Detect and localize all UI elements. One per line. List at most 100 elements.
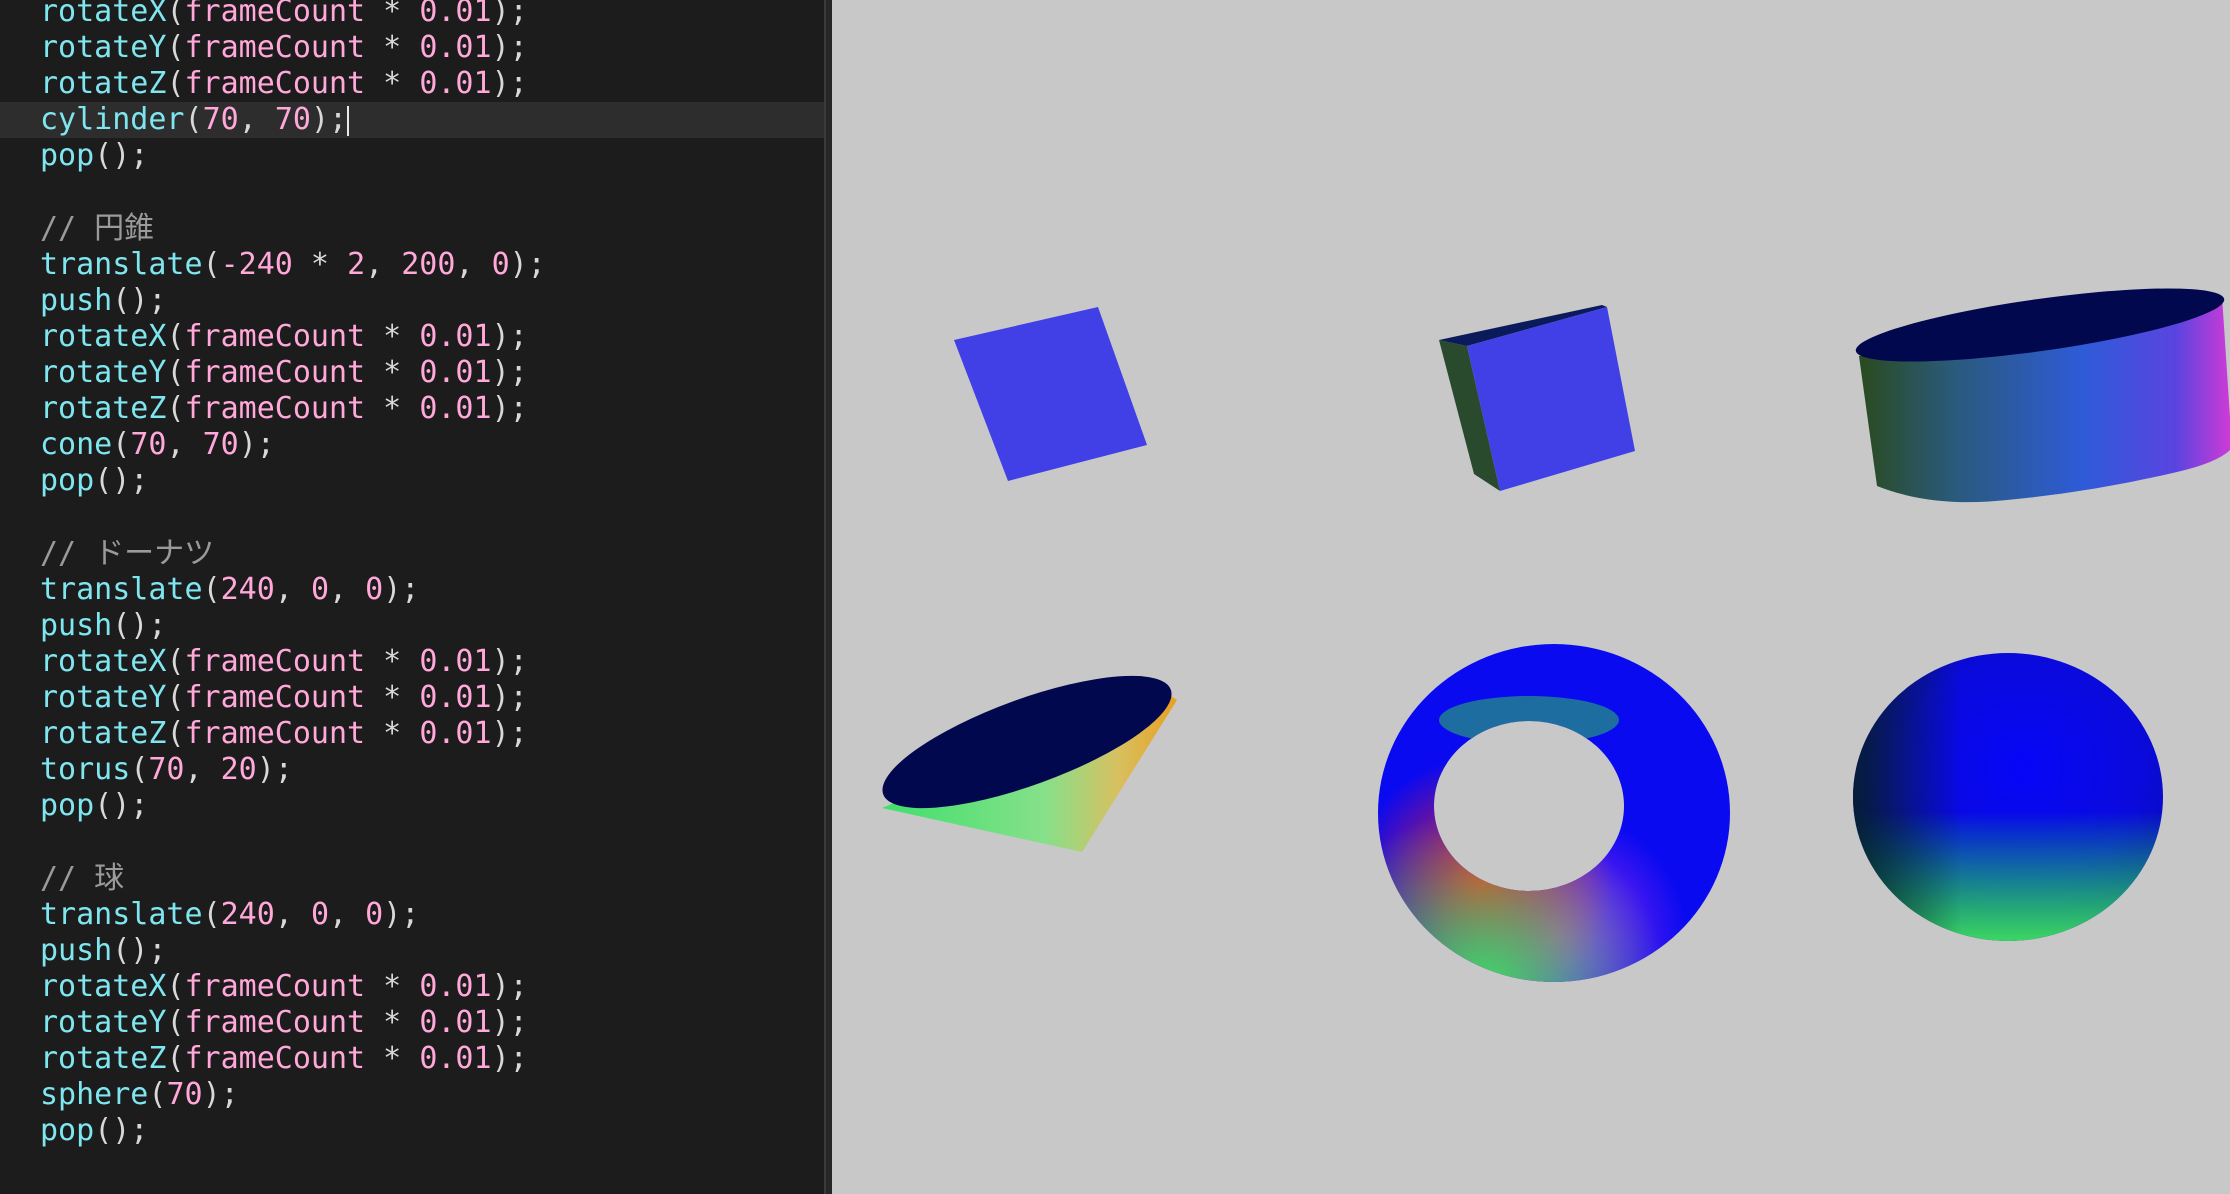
code-line[interactable]: push(); [0,608,824,644]
code-line[interactable]: translate(-240 * 2, 200, 0); [0,247,824,283]
token-op: ); [256,752,293,787]
code-line-text: rotateZ(frameCount * 0.01); [40,716,528,752]
code-line-text: cylinder(70, 70); [40,102,350,138]
code-line[interactable]: rotateZ(frameCount * 0.01); [0,391,824,427]
code-line[interactable]: rotateZ(frameCount * 0.01); [0,66,824,102]
code-line-text: rotateX(frameCount * 0.01); [40,319,528,355]
token-op: , [329,897,366,932]
code-line-text: rotateX(frameCount * 0.01); [40,969,528,1005]
token-id: frameCount [184,1005,366,1040]
token-fn: pop [40,788,95,823]
code-line[interactable]: rotateY(frameCount * 0.01); [0,30,824,66]
code-line[interactable]: rotateX(frameCount * 0.01); [0,969,824,1005]
code-line[interactable]: torus(70, 20); [0,752,824,788]
code-line[interactable]: rotateZ(frameCount * 0.01); [0,716,824,752]
token-fn: translate [40,247,203,282]
token-id: frameCount [184,319,366,354]
code-line[interactable]: translate(240, 0, 0); [0,572,824,608]
code-line[interactable]: rotateY(frameCount * 0.01); [0,355,824,391]
token-id: frameCount [184,644,366,679]
token-op: * [365,1041,420,1076]
code-line-text: rotateZ(frameCount * 0.01); [40,391,528,427]
code-line[interactable]: push(); [0,933,824,969]
code-line[interactable]: rotateY(frameCount * 0.01); [0,1005,824,1041]
code-line[interactable]: push(); [0,283,824,319]
token-fn: rotateX [40,644,167,679]
token-num: 70 [202,102,239,137]
token-op: ); [491,0,528,29]
token-fn: pop [40,463,95,498]
code-line-text: rotateY(frameCount * 0.01); [40,355,528,391]
token-op: ); [491,680,528,715]
code-line-text: // ドーナツ [40,536,214,572]
token-num: 240 [220,897,275,932]
token-op: , [238,102,275,137]
token-num: 0.01 [419,391,492,426]
token-num: 70 [202,427,239,462]
code-line[interactable]: translate(240, 0, 0); [0,897,824,933]
token-num: 70 [166,1077,203,1112]
code-line[interactable]: rotateX(frameCount * 0.01); [0,319,824,355]
code-line[interactable]: cylinder(70, 70); [0,102,824,138]
token-op: * [365,319,420,354]
code-line[interactable]: sphere(70); [0,1077,824,1113]
code-line-text: pop(); [40,138,148,174]
code-line-text: translate(240, 0, 0); [40,897,419,933]
token-num: 0.01 [419,680,492,715]
code-line[interactable]: rotateX(frameCount * 0.01); [0,644,824,680]
token-num: 0.01 [419,0,492,29]
token-fn: pop [40,1113,95,1148]
panel-divider[interactable] [824,0,832,1194]
code-line-text: push(); [40,933,166,969]
cone-shape [882,675,1177,852]
token-num: 0 [310,572,329,607]
token-op: ); [491,319,528,354]
code-comment-line[interactable]: // ドーナツ [0,536,824,572]
token-id: frameCount [184,391,366,426]
code-line[interactable]: pop(); [0,463,824,499]
token-num: 200 [401,247,456,282]
token-id: frameCount [184,1041,366,1076]
code-line[interactable]: pop(); [0,1113,824,1149]
code-line-text: rotateX(frameCount * 0.01); [40,644,528,680]
code-comment-line[interactable]: // 円錐 [0,211,824,247]
token-cm: // ドーナツ [40,536,215,571]
code-line[interactable]: pop(); [0,138,824,174]
token-op: ); [491,969,528,1004]
code-line-text: sphere(70); [40,1077,239,1113]
token-op: (); [112,933,167,968]
token-num: 0.01 [419,716,492,751]
sketch-render [882,288,2230,982]
code-line-text: translate(240, 0, 0); [40,572,419,608]
code-line[interactable]: cone(70, 70); [0,427,824,463]
code-line[interactable]: rotateZ(frameCount * 0.01); [0,1041,824,1077]
token-op: ); [491,355,528,390]
token-op: ); [491,30,528,65]
code-editor[interactable]: rotateX(frameCount * 0.01); rotateY(frame… [0,0,824,1194]
code-comment-line[interactable]: // 球 [0,861,824,897]
token-num: 0 [310,897,329,932]
token-id: frameCount [184,0,366,29]
token-num: 70 [148,752,185,787]
token-fn: rotateY [40,30,167,65]
token-op: * [365,680,420,715]
plane-shape [954,307,1147,481]
torus-shape [1378,644,1730,982]
code-line[interactable]: rotateY(frameCount * 0.01); [0,680,824,716]
token-fn: rotateZ [40,391,167,426]
token-id: frameCount [184,680,366,715]
token-op: ( [130,752,149,787]
code-line-text: rotateY(frameCount * 0.01); [40,1005,528,1041]
code-line-text: rotateZ(frameCount * 0.01); [40,1041,528,1077]
token-op: (); [94,1113,149,1148]
token-num: 0.01 [419,30,492,65]
code-line[interactable]: pop(); [0,788,824,824]
token-op: ); [491,391,528,426]
token-op: ); [310,102,348,137]
token-num: -240 [220,247,293,282]
code-line[interactable]: rotateX(frameCount * 0.01); [0,0,824,30]
box-shape [1439,305,1635,491]
code-line-text: rotateX(frameCount * 0.01); [40,0,528,30]
token-op: , [166,427,203,462]
token-op: ( [166,319,185,354]
